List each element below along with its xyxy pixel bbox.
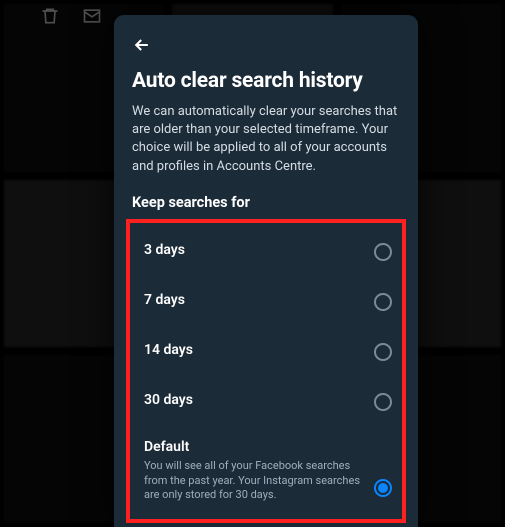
back-button[interactable] <box>132 33 156 57</box>
option-label: 7 days <box>144 292 374 308</box>
trash-icon <box>40 6 60 26</box>
radio-icon <box>374 293 392 311</box>
option-3-days[interactable]: 3 days <box>132 225 400 275</box>
option-7-days[interactable]: 7 days <box>132 275 400 325</box>
option-14-days[interactable]: 14 days <box>132 325 400 375</box>
keep-searches-subheading: Keep searches for <box>132 194 400 211</box>
mail-icon <box>82 6 102 26</box>
radio-icon <box>374 243 392 261</box>
radio-icon <box>374 343 392 361</box>
auto-clear-modal: Auto clear search history We can automat… <box>114 15 418 527</box>
option-label: Default <box>144 439 374 455</box>
option-label: 14 days <box>144 342 374 358</box>
arrow-left-icon <box>132 35 152 55</box>
options-highlight-box: 3 days 7 days 14 days 30 days Default <box>126 219 406 524</box>
page-description: We can automatically clear your searches… <box>132 103 400 176</box>
top-icons-row <box>40 6 102 26</box>
option-description: You will see all of your Facebook search… <box>144 459 374 504</box>
option-30-days[interactable]: 30 days <box>132 375 400 425</box>
option-label: 3 days <box>144 242 374 258</box>
option-label: 30 days <box>144 392 374 408</box>
option-default[interactable]: Default You will see all of your Faceboo… <box>132 425 400 518</box>
page-title: Auto clear search history <box>132 69 400 93</box>
radio-icon-selected <box>374 479 392 497</box>
radio-icon <box>374 393 392 411</box>
